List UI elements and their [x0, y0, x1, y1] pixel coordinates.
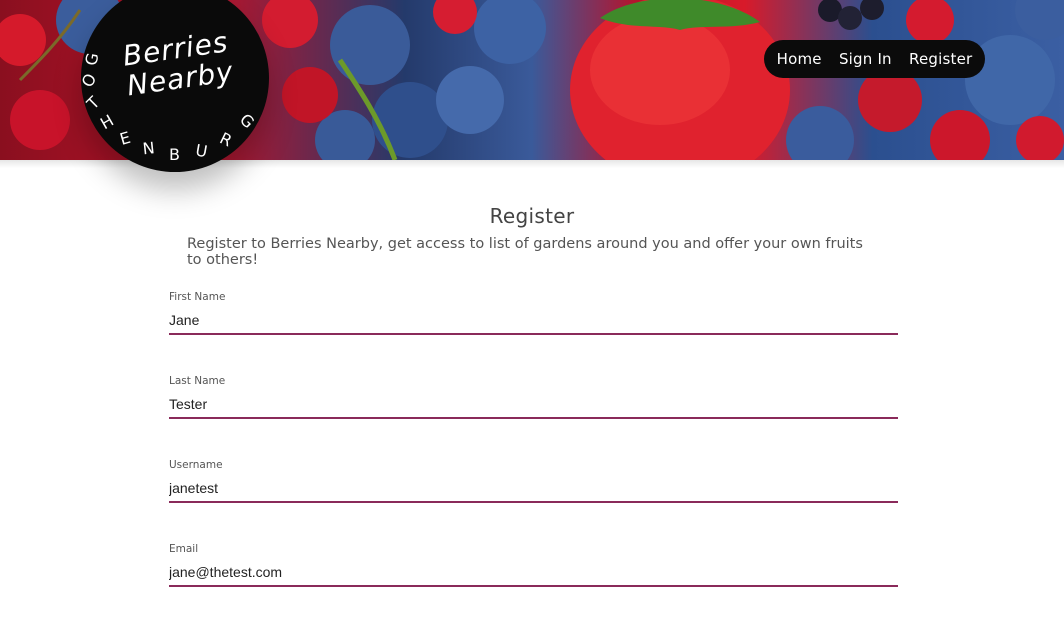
svg-text:N: N	[142, 138, 157, 158]
svg-text:O: O	[81, 69, 101, 90]
last-name-label: Last Name	[169, 375, 226, 387]
svg-text:H: H	[97, 110, 118, 133]
svg-text:U: U	[194, 141, 210, 162]
svg-text:E: E	[118, 128, 134, 149]
first-name-group: First Name	[169, 291, 898, 341]
page-title: Register	[489, 204, 575, 228]
nav-sign-in-link[interactable]: Sign In	[839, 50, 892, 68]
last-name-group: Last Name	[169, 375, 898, 425]
berries-nearby-logo[interactable]: G O T H E N B U R G Berries Nearby	[81, 0, 269, 172]
last-name-field[interactable]	[169, 391, 898, 419]
first-name-label: First Name	[169, 291, 226, 303]
svg-text:T: T	[82, 92, 104, 114]
svg-text:G: G	[236, 110, 259, 133]
nav-home-link[interactable]: Home	[777, 50, 822, 68]
email-label: Email	[169, 543, 199, 555]
svg-text:B: B	[169, 145, 181, 164]
svg-text:R: R	[217, 129, 236, 151]
username-group: Username	[169, 459, 898, 509]
svg-text:G: G	[82, 50, 103, 67]
username-label: Username	[169, 459, 223, 471]
email-field[interactable]	[169, 559, 898, 587]
intro-text: Register to Berries Nearby, get access t…	[187, 236, 863, 268]
nav-register-link[interactable]: Register	[909, 50, 972, 68]
email-group: Email	[169, 543, 898, 593]
first-name-field[interactable]	[169, 307, 898, 335]
main-nav: Home Sign In Register	[764, 40, 985, 78]
username-field[interactable]	[169, 475, 898, 503]
